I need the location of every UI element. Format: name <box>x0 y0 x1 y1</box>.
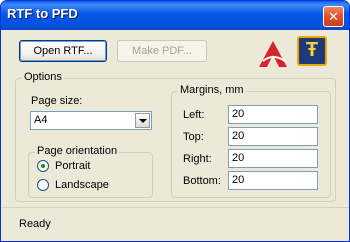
page-orientation-group: Page orientation <box>28 145 153 198</box>
chevron-down-icon[interactable] <box>135 113 150 128</box>
t-logo-icon: Ŧ <box>297 36 327 66</box>
options-group-label: Options <box>22 71 64 83</box>
margin-right-label: Right: <box>183 153 212 165</box>
make-pdf-button[interactable]: Make PDF... <box>117 40 207 62</box>
margin-right-input[interactable]: 20 <box>228 149 318 168</box>
margin-top-label: Top: <box>183 131 204 143</box>
pdf-logo-icon <box>257 39 289 69</box>
margin-left-label: Left: <box>183 109 205 121</box>
window-title: RTF to PFD <box>7 6 78 21</box>
page-size-value: A4 <box>34 114 48 126</box>
open-rtf-button[interactable]: Open RTF... <box>19 40 107 62</box>
status-bar: Ready <box>1 207 349 241</box>
landscape-label[interactable]: Landscape <box>55 179 109 191</box>
page-orientation-label: Page orientation <box>35 145 120 157</box>
portrait-radio[interactable] <box>37 160 49 172</box>
margin-left-input[interactable]: 20 <box>228 105 318 124</box>
margin-top-input[interactable]: 20 <box>228 127 318 146</box>
margin-bottom-label: Bottom: <box>183 175 221 187</box>
portrait-label[interactable]: Portrait <box>55 160 90 172</box>
close-button[interactable]: ✕ <box>323 6 344 27</box>
page-size-label: Page size: <box>31 95 83 107</box>
title-bar[interactable]: RTF to PFD ✕ <box>1 1 349 30</box>
landscape-radio[interactable] <box>37 179 49 191</box>
margin-bottom-input[interactable]: 20 <box>228 171 318 190</box>
margins-group-label: Margins, mm <box>178 84 246 96</box>
status-text: Ready <box>19 218 51 230</box>
page-size-select[interactable]: A4 <box>30 111 152 130</box>
app-window: RTF to PFD ✕ Open RTF... Make PDF... Ŧ O… <box>0 0 350 242</box>
